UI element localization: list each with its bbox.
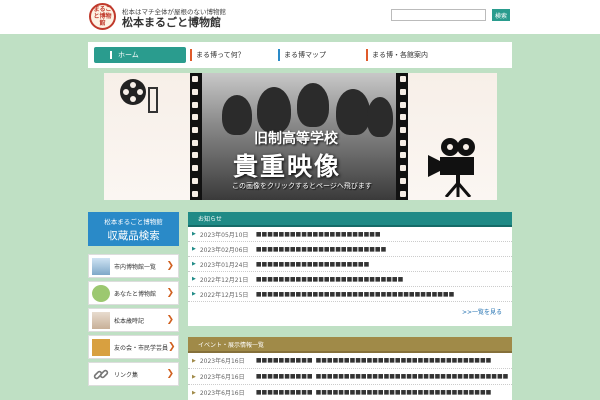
nav-museums[interactable]: まる博・各館案内 [366,47,450,63]
movie-camera-icon [428,138,475,197]
news-link[interactable]: ■■■■■■■■■■■■■■■■■■■■■■■■■■ [256,276,403,283]
chevron-right-icon: ❯ [166,261,174,271]
events-panel: イベント・展示情報一覧 ▶ 2023年6月16日 ■■■■■■■■■■ ■■■■■■■… [188,337,512,400]
chevron-right-icon: ❯ [166,288,174,298]
bullet-triangle-icon: ▶ [192,373,196,380]
sidebar-item-label: 松本歳時記 [114,317,145,325]
nav-museums-label: まる博・各館案内 [372,51,428,59]
news-link[interactable]: ■■■■■■■■■■■■■■■■■■■■■■■■■■■■■■■■■■■ [256,291,454,298]
film-sprockets [398,73,408,200]
sidebar-item-museum-list[interactable]: 市内博物館一覧 ❯ [88,254,179,278]
event-link[interactable]: ■■■■■■■■■■■■■■■■■■■■■■■■■■■■■■■■■■ [316,373,509,380]
news-link[interactable]: ■■■■■■■■■■■■■■■■■■■■■■ [256,231,381,238]
sidebar-item-links[interactable]: リンク集 ❯ [88,362,179,386]
sidebar-item-label: 友の会・市民学芸員 [114,344,169,352]
news-row[interactable]: ▶ 2022年12月15日 ■■■■■■■■■■■■■■■■■■■■■■■■■■■■… [188,287,512,302]
site-header: まるごと博物館 松本はマチ全体が屋根のない博物館 松本まるごと博物館 検索 [0,0,600,34]
news-row[interactable]: ▶ 2023年02月06日 ■■■■■■■■■■■■■■■■■■■■■■■ [188,242,512,257]
nav-home[interactable]: ホーム [94,47,186,63]
event-link[interactable]: ■■■■■■■■■■■■■■■■■■■■■■■■■■■■■■■ [316,389,492,396]
logo-text: まるごと博物館 [93,6,112,27]
film-reel-icon [120,79,146,105]
news-link[interactable]: ■■■■■■■■■■■■■■■■■■■■■■■ [256,246,386,253]
bullet-triangle-icon: ▶ [192,389,196,396]
event-row[interactable]: ▶ 2023年6月16日 ■■■■■■■■■■ ■■■■■■■■■■■■■■■■■■■… [188,353,512,369]
search-input[interactable] [391,9,486,21]
nav-bar-marker [278,49,280,61]
character-thumb-icon [92,284,110,302]
collection-search-title: 収蔵品検索 [107,230,160,242]
event-row[interactable]: ▶ 2023年6月16日 ■■■■■■■■■■ ■■■■■■■■■■■■■■■■■■■… [188,385,512,400]
nav-map-label: まる博マップ [284,51,326,59]
nav-map[interactable]: まる博マップ [278,47,362,63]
event-category: ■■■■■■■■■■ [255,389,313,396]
bullet-triangle-icon: ▶ [192,291,196,297]
sidebar-item-you-and-museum[interactable]: あなたと博物館 ❯ [88,281,179,305]
nav-bar-marker [110,51,112,59]
chevron-right-icon: ❯ [168,342,176,352]
film-sprockets [190,73,200,200]
news-row[interactable]: ▶ 2022年12月21日 ■■■■■■■■■■■■■■■■■■■■■■■■■■ [188,272,512,287]
sidebar-item-label: あなたと博物館 [114,290,157,298]
hero-banner[interactable]: 旧制高等学校 貴重映像 この画像をクリックするとページへ飛びます [104,73,497,200]
nav-home-label: ホーム [118,51,139,59]
bullet-triangle-icon: ▶ [192,276,196,282]
sidebar-item-friends[interactable]: 友の会・市民学芸員 ❯ [88,335,179,359]
news-row[interactable]: ▶ 2023年05月10日 ■■■■■■■■■■■■■■■■■■■■■■ [188,227,512,242]
event-date: 2023年6月16日 [199,374,245,381]
events-heading: イベント・展示情報一覧 [188,337,512,353]
nav-about[interactable]: まる博って何？ [190,47,274,63]
friends-thumb-icon [92,338,110,356]
banner-subtitle: この画像をクリックするとページへ飛びます [232,182,372,190]
event-row[interactable]: ▶ 2023年6月16日 ■■■■■■■■■■ ■■■■■■■■■■■■■■■■■■■… [188,369,512,385]
collection-search-caption: 松本まるごと博物館 [104,218,163,226]
banner-title-small: 旧制高等学校 [254,131,338,147]
sidebar-item-label: リンク集 [114,371,139,379]
news-more-link[interactable]: >>一覧を見る [462,307,502,316]
event-link[interactable]: ■■■■■■■■■■■■■■■■■■■■■■■■■■■■■■■ [316,357,492,364]
news-link[interactable]: ■■■■■■■■■■■■■■■■■■■■ [256,261,369,268]
event-date: 2023年6月16日 [199,358,245,365]
news-date: 2023年05月10日 [199,231,249,239]
news-date: 2023年01月24日 [199,261,249,269]
event-category: ■■■■■■■■■■ [255,357,313,364]
nav-bar-marker [190,49,192,61]
site-logo[interactable]: まるごと博物館 [89,3,116,30]
sidebar-item-label: 市内博物館一覧 [114,263,157,271]
banner-title-large: 貴重映像 [233,152,342,181]
news-date: 2022年12月15日 [199,291,249,299]
chevron-right-icon: ❯ [166,315,174,325]
chevron-right-icon: ❯ [166,369,174,379]
film-strip-icon [148,87,158,113]
news-panel: お知らせ ▶ 2023年05月10日 ■■■■■■■■■■■■■■■■■■■■■■ … [188,212,512,326]
bullet-triangle-icon: ▶ [192,357,196,364]
season-thumb-icon [92,311,110,329]
sidebar-item-almanac[interactable]: 松本歳時記 ❯ [88,308,179,332]
search-button[interactable]: 検索 [492,9,510,21]
news-date: 2022年12月21日 [199,276,249,284]
bullet-triangle-icon: ▶ [192,231,196,237]
main-nav: ホーム まる博って何？ まる博マップ まる博・各館案内 [88,42,512,68]
museum-thumb-icon [92,257,110,275]
news-date: 2023年02月06日 [199,246,249,254]
bullet-triangle-icon: ▶ [192,246,196,252]
news-row[interactable]: ▶ 2023年01月24日 ■■■■■■■■■■■■■■■■■■■■ [188,257,512,272]
collection-search-banner[interactable]: 松本まるごと博物館 収蔵品検索 [88,212,179,246]
link-icon [93,369,109,379]
site-name[interactable]: 松本まるごと博物館 [122,14,221,30]
nav-about-label: まる博って何？ [196,51,245,59]
event-category: ■■■■■■■■■■ [255,373,313,380]
bullet-triangle-icon: ▶ [192,261,196,267]
nav-bar-marker [366,49,368,61]
news-heading: お知らせ [188,212,512,227]
event-date: 2023年6月16日 [199,390,245,397]
